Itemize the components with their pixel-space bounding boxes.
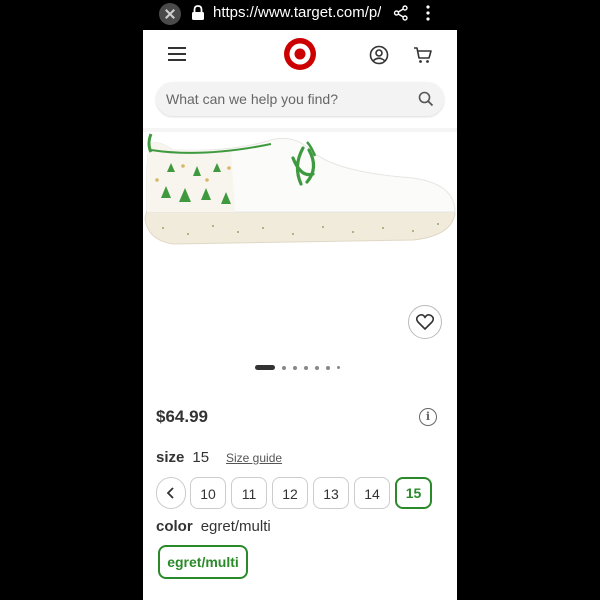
info-icon[interactable]: i <box>419 408 437 426</box>
close-tab-icon[interactable] <box>159 3 181 25</box>
share-icon[interactable] <box>393 5 409 26</box>
carousel-dot[interactable] <box>337 366 340 369</box>
carousel-dot[interactable] <box>315 366 319 370</box>
size-scroll-left-button[interactable] <box>156 477 186 509</box>
color-option-egret-multi[interactable]: egret/multi <box>158 545 248 579</box>
hamburger-menu-icon[interactable] <box>168 47 186 61</box>
carousel-dot[interactable] <box>282 366 286 370</box>
cart-icon[interactable] <box>413 45 433 70</box>
product-image[interactable] <box>143 128 457 258</box>
carousel-dot-active[interactable] <box>255 365 275 370</box>
color-value: egret/multi <box>200 518 271 535</box>
url-text[interactable]: https://www.target.com/p/he <box>213 4 381 21</box>
favorite-button[interactable] <box>408 305 442 339</box>
carousel-dot[interactable] <box>326 366 330 370</box>
size-label: size <box>156 449 185 466</box>
color-row: color egret/multi <box>156 518 271 535</box>
carousel-dot[interactable] <box>293 366 297 370</box>
target-logo[interactable] <box>283 37 317 76</box>
account-icon[interactable] <box>369 45 389 70</box>
search-icon[interactable] <box>418 91 434 112</box>
size-option-10[interactable]: 10 <box>190 477 226 509</box>
size-option-14[interactable]: 14 <box>354 477 390 509</box>
search-placeholder[interactable]: What can we help you find? <box>166 91 338 107</box>
carousel-dot[interactable] <box>304 366 308 370</box>
site-header <box>143 30 457 80</box>
product-price: $64.99 <box>156 407 208 426</box>
lock-icon <box>191 5 205 26</box>
search-bar[interactable]: What can we help you find? <box>156 82 444 116</box>
size-option-15-selected[interactable]: 15 <box>395 477 432 509</box>
color-label: color <box>156 518 193 535</box>
size-value: 15 <box>192 449 210 466</box>
browser-url-bar: https://www.target.com/p/he <box>143 0 457 30</box>
size-option-12[interactable]: 12 <box>272 477 308 509</box>
size-option-13[interactable]: 13 <box>313 477 349 509</box>
phone-screen: What can we help you find? $64.99 i size… <box>143 0 457 600</box>
size-row: size 15 <box>156 449 209 466</box>
more-options-icon[interactable] <box>425 4 431 27</box>
size-guide-link[interactable]: Size guide <box>226 451 282 465</box>
size-option-11[interactable]: 11 <box>231 477 267 509</box>
